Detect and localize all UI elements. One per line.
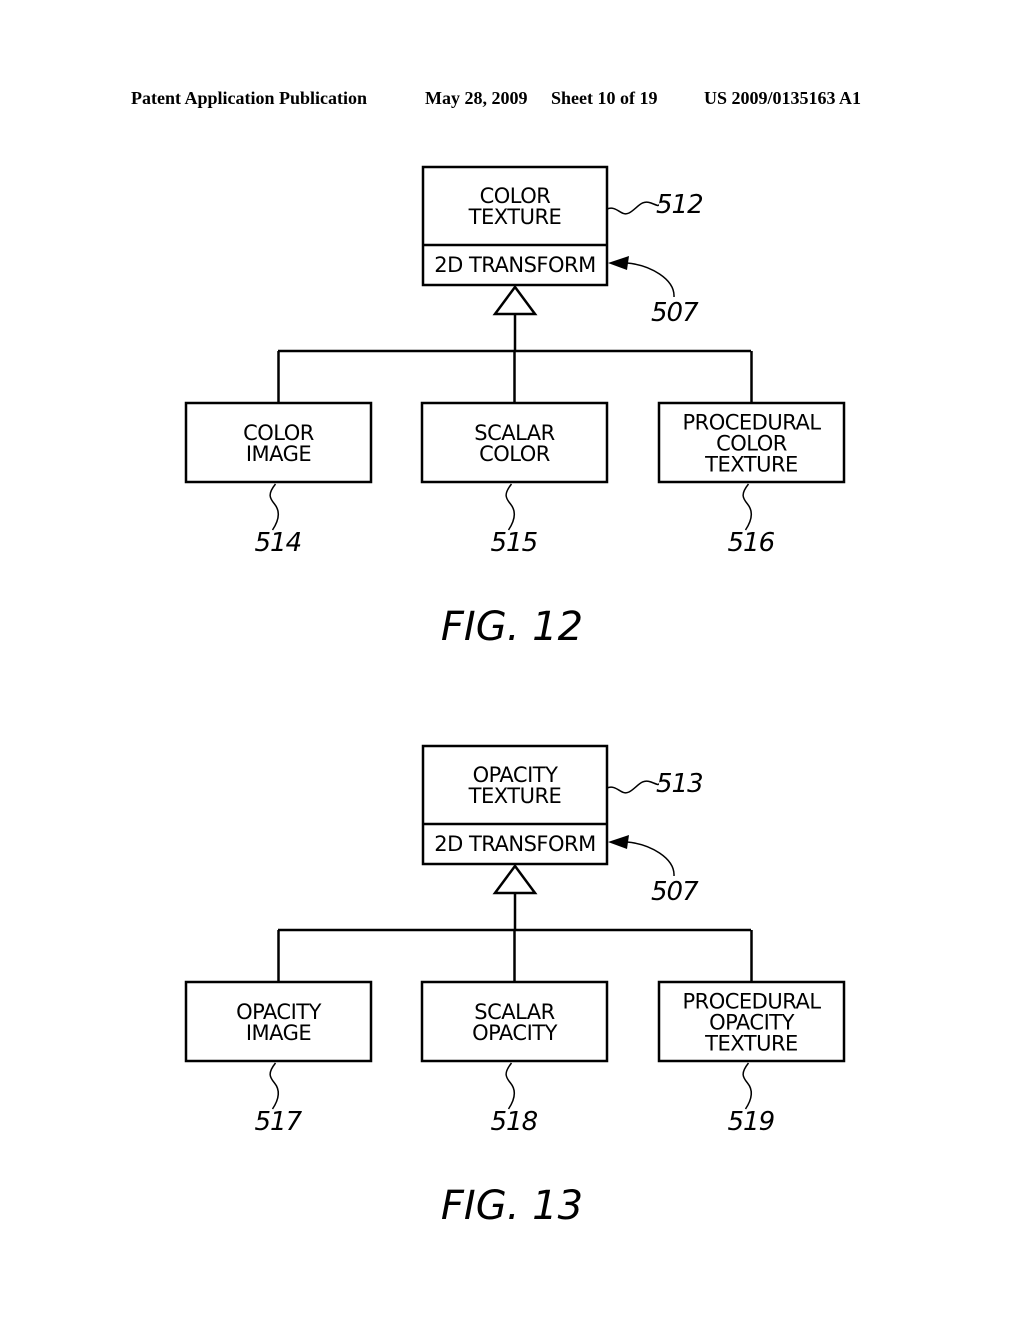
child-class-name: IMAGE	[246, 442, 311, 466]
figure-caption: FIG. 13	[441, 1183, 583, 1229]
leader-line	[606, 201, 660, 215]
child-class-name: OPACITY	[472, 1021, 558, 1045]
child-class-name: TEXTURE	[704, 453, 798, 477]
figure-caption: FIG. 12	[441, 604, 583, 650]
parent-method-label: 2D TRANSFORM	[434, 832, 596, 856]
child-class: PROCEDURALCOLORTEXTURE516	[657, 351, 846, 558]
diagram-canvas: COLORTEXTURE2D TRANSFORM512507COLORIMAGE…	[184, 165, 846, 1229]
reference-numeral: 518	[491, 1107, 538, 1137]
inheritance-triangle-icon	[492, 284, 538, 316]
inheritance-triangle-icon	[492, 863, 538, 895]
parent-class-name: TEXTURE	[468, 205, 562, 229]
leader-line	[505, 1062, 516, 1110]
reference-numeral: 507	[651, 877, 699, 907]
reference-numeral: 515	[491, 528, 538, 558]
leader-arrow	[626, 841, 675, 877]
child-class: OPACITYIMAGE517	[184, 930, 373, 1137]
child-class: COLORIMAGE514	[184, 351, 373, 558]
arrowhead-icon	[608, 256, 629, 270]
parent-class-name: TEXTURE	[468, 784, 562, 808]
figure-12: COLORTEXTURE2D TRANSFORM512507COLORIMAGE…	[184, 165, 846, 650]
reference-numeral: 507	[651, 298, 699, 328]
child-class-name: IMAGE	[246, 1021, 311, 1045]
child-class-name: COLOR	[479, 442, 550, 466]
child-class: SCALARCOLOR515	[420, 351, 609, 558]
child-class: SCALAROPACITY518	[420, 930, 609, 1137]
leader-line	[505, 483, 516, 531]
reference-numeral: 513	[656, 769, 703, 799]
reference-numeral: 517	[255, 1107, 303, 1137]
leader-line	[269, 1062, 280, 1110]
reference-numeral: 512	[656, 190, 703, 220]
child-class: PROCEDURALOPACITYTEXTURE519	[657, 930, 846, 1137]
leader-line	[742, 483, 753, 531]
parent-method-label: 2D TRANSFORM	[434, 253, 596, 277]
figure-13: OPACITYTEXTURE2D TRANSFORM513507OPACITYI…	[184, 744, 846, 1229]
child-class-name: TEXTURE	[704, 1032, 798, 1056]
leader-arrow	[626, 262, 675, 298]
leader-line	[742, 1062, 753, 1110]
leader-line	[606, 780, 660, 794]
reference-numeral: 516	[728, 528, 775, 558]
arrowhead-icon	[608, 835, 629, 849]
reference-numeral: 514	[255, 528, 302, 558]
reference-numeral: 519	[728, 1107, 775, 1137]
leader-line	[269, 483, 280, 531]
